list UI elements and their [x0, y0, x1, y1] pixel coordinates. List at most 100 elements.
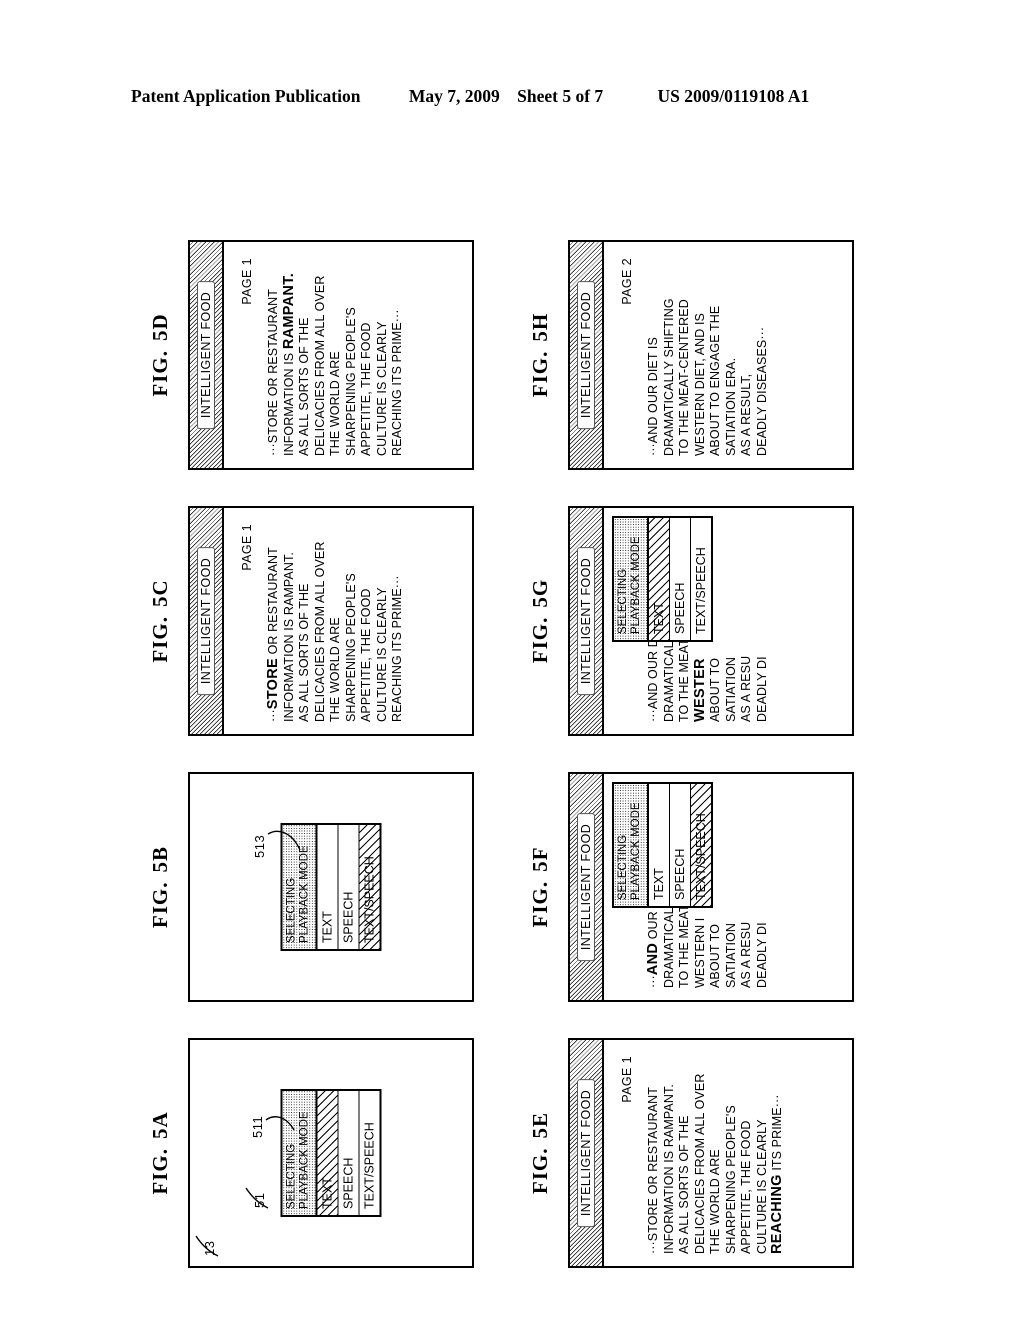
figure-caption: FIG. 5G	[528, 490, 553, 752]
screen-text-line: CULTURE IS CLEARLY	[754, 1119, 769, 1254]
highlighted-word: RAMPANT.	[280, 272, 297, 350]
header-date: May 7, 2009	[408, 86, 500, 106]
playback-mode-menu[interactable]: SELECTING PLAYBACK MODE TEXT SPEECH TEXT/SPE…	[612, 782, 713, 908]
screen-text-line: DEADLY DISEASES···	[754, 326, 769, 456]
device-screen: INTELLIGENT FOODPAGE 2···AND OUR DIET IS…	[568, 240, 854, 470]
figure-caption-prefix: FIG.	[148, 1148, 172, 1195]
menu-item-speech[interactable]: SPEECH	[338, 1091, 360, 1215]
screen-text-line: SATIATION ERA.	[723, 357, 738, 456]
screen-text-line: DELICACIES FROM ALL OVER	[692, 1073, 707, 1254]
screen-text-line: INFORMATION IS RAMPANT.	[281, 552, 296, 722]
device-screen: SELECTING PLAYBACK MODE TEXT SPEECH TEXT/SPE…	[188, 1038, 474, 1268]
highlighted-word: REACHING	[769, 1174, 785, 1254]
figure-caption-number: 5B	[148, 845, 172, 873]
device-screen: INTELLIGENT FOODPAGE 2···AND OUR DIET IS…	[568, 772, 854, 1002]
screen-text-line: DELICACIES FROM ALL OVER	[312, 541, 327, 722]
screen-text-line: INFORMATION IS RAMPANT.	[661, 1084, 676, 1254]
reference-numeral-513: 513	[252, 834, 267, 858]
screen-text-line: SATIATION	[723, 922, 738, 988]
menu-item-text-speech[interactable]: TEXT/SPEECH	[691, 784, 711, 906]
screen-text-line: ···STORE OR RESTAURANT	[265, 547, 281, 722]
screen-text-line: INFORMATION IS RAMPANT.	[280, 272, 297, 456]
menu-header: SELECTING PLAYBACK MODE	[614, 518, 649, 640]
screen-text-line: WESTERN DIET, AND IS	[692, 313, 707, 456]
menu-item-text[interactable]: TEXT	[317, 825, 339, 949]
figure-5a: FIG. 5A SELECTING PLAYBACK MODE TEXT SPEECH TE…	[144, 1022, 496, 1284]
figure-caption-prefix: FIG.	[528, 880, 552, 928]
figure-caption-number: 5H	[528, 312, 552, 342]
figure-5d: FIG. 5D INTELLIGENT FOOD PAGE 1 ···STORE OR …	[144, 224, 496, 486]
menu-item-text[interactable]: TEXT	[649, 784, 670, 906]
menu-header-line1: SELECTING	[617, 568, 629, 634]
menu-header-line1: SELECTING	[617, 834, 629, 900]
figure-caption: FIG. 5D	[148, 224, 173, 486]
figure-caption-number: 5C	[148, 579, 172, 608]
screen-text-line: THE WORLD ARE	[328, 617, 342, 722]
menu-header-line2: PLAYBACK MODE	[630, 536, 642, 634]
figure-row-top: FIG. 5A SELECTING PLAYBACK MODE TEXT SPEECH TE…	[144, 210, 496, 1290]
screen-text-line: SATIATION	[723, 656, 738, 722]
device-screen: INTELLIGENT FOOD PAGE 1 ···STORE OR RESTAU…	[568, 1038, 854, 1268]
figure-5f: FIG. 5F INTELLIGENT FOODPAGE 2···AND OUR D…	[524, 756, 876, 1018]
reference-numeral-511: 511	[250, 1115, 265, 1138]
screen-text-line: DEADLY DI	[754, 656, 769, 722]
screen-title: INTELLIGENT FOOD	[577, 546, 595, 696]
figure-row-bottom: FIG. 5E INTELLIGENT FOOD PAGE 1 ···STORE OR …	[524, 210, 876, 1290]
menu-item-speech[interactable]: SPEECH	[670, 784, 691, 906]
playback-mode-menu[interactable]: SELECTING PLAYBACK MODE TEXT SPEECH TEXT/SPE…	[612, 516, 713, 642]
screen-text-line: AS A RESULT,	[739, 373, 753, 456]
screen-text-line: AS ALL SORTS OF THE	[677, 1115, 691, 1254]
header-sheet: Sheet 5 of 7	[517, 86, 604, 106]
menu-item-text[interactable]: TEXT	[649, 518, 670, 640]
screen-text-line: AS A RESU	[739, 921, 753, 988]
figure-caption-number: 5E	[528, 1111, 552, 1139]
menu-item-speech[interactable]: SPEECH	[338, 825, 360, 949]
page-number: PAGE 1	[240, 258, 254, 305]
figure-caption: FIG. 5E	[528, 1022, 553, 1284]
screen-text-line: REACHING ITS PRIME···	[390, 309, 404, 456]
screen-text-line: ···AND OUR DIET IS	[646, 337, 660, 456]
screen-title: INTELLIGENT FOOD	[577, 1078, 595, 1228]
drawing-sheet: FIG.5A SELECTING PLAYBACK MODE TEXT SPEECH TE…	[132, 210, 892, 1290]
menu-item-text-speech[interactable]: TEXT/SPEECH	[359, 825, 380, 949]
screen-text-line: ···STORE OR RESTAURANT	[266, 288, 280, 456]
menu-header: SELECTING PLAYBACK MODE	[614, 784, 649, 906]
highlighted-word: STORE	[265, 658, 281, 710]
screen-title: INTELLIGENT FOOD	[197, 546, 215, 696]
device-screen: INTELLIGENT FOOD PAGE 1 ···STORE OR RESTAU…	[188, 506, 474, 736]
menu-item-speech[interactable]: SPEECH	[670, 518, 691, 640]
screen-text-line: APPETITE, THE FOOD	[359, 588, 373, 722]
screen-text-line: CULTURE IS CLEARLY	[374, 587, 389, 722]
figure-5g: FIG. 5G INTELLIGENT FOODPAGE 2···AND OUR D…	[524, 490, 876, 752]
screen-text-line: APPETITE, THE FOOD	[359, 322, 373, 456]
screen-body: PAGE 1 ···STORE OR RESTAURANT INFORMATION …	[224, 508, 472, 734]
menu-header-line2: PLAYBACK MODE	[630, 802, 642, 900]
screen-text-line: SHARPENING PEOPLE'S	[723, 1105, 738, 1254]
figure-caption-prefix: FIG.	[528, 1147, 552, 1195]
figure-caption-prefix: FIG.	[148, 881, 172, 929]
menu-item-text-speech[interactable]: TEXT/SPEECH	[691, 518, 711, 640]
page-number: PAGE 1	[240, 524, 254, 571]
figure-caption-prefix: FIG.	[528, 616, 552, 664]
screen-body: PAGE 2 ···AND OUR DIET ISDRAMATICALLY SHI…	[604, 242, 852, 468]
page-number: PAGE 2	[620, 258, 634, 305]
figure-caption-number: 5G	[528, 578, 552, 608]
figure-caption-number: 5D	[148, 313, 172, 342]
device-screen: INTELLIGENT FOOD PAGE 1 ···STORE OR RESTAU…	[188, 240, 474, 470]
screen-text-line: REACHING ITS PRIME···	[390, 575, 404, 722]
screen-text-line: AS ALL SORTS OF THE	[297, 317, 311, 456]
screen-text-line: CULTURE IS CLEARLY	[374, 321, 389, 456]
figure-caption: FIG. 5F	[528, 756, 553, 1018]
highlighted-word: WESTER	[691, 658, 708, 722]
sheet-header: Patent Application Publication May 7, 20…	[0, 86, 1024, 107]
screen-body: PAGE 1 ···STORE OR RESTAURANT INFORMATION …	[604, 1040, 852, 1266]
device-screen: SELECTING PLAYBACK MODE TEXT SPEECH TEXT/SPE…	[188, 772, 474, 1002]
screen-title-bar: INTELLIGENT FOOD	[570, 508, 604, 734]
screen-text-line: SHARPENING PEOPLE'S	[343, 573, 358, 722]
screen-text-line: AS A RESU	[739, 655, 753, 722]
figure-caption-prefix: FIG.	[148, 616, 172, 663]
menu-item-text-speech[interactable]: TEXT/SPEECH	[359, 1091, 380, 1215]
menu-item-text[interactable]: TEXT	[317, 1091, 339, 1215]
highlighted-word: AND	[645, 942, 661, 976]
figure-caption-number: 5F	[528, 846, 552, 872]
